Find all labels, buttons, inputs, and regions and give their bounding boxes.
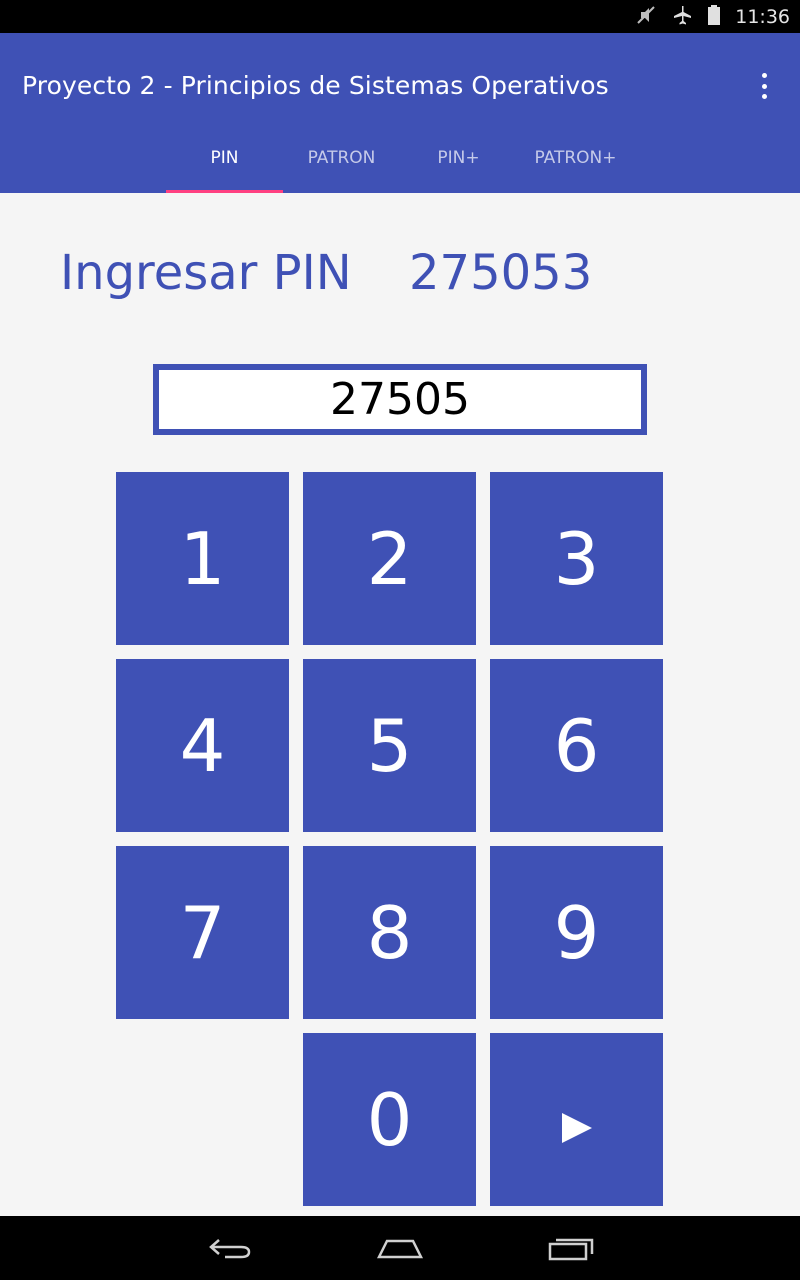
key-9[interactable]: 9: [490, 846, 663, 1019]
app-bar: Proyecto 2 - Principios de Sistemas Oper…: [0, 33, 800, 193]
key-3[interactable]: 3: [490, 472, 663, 645]
tab-pin-plus[interactable]: PIN+: [400, 123, 517, 193]
status-icons: 11:36: [635, 0, 790, 33]
status-time: 11:36: [735, 5, 790, 28]
submit-key[interactable]: [490, 1033, 663, 1206]
muted-icon: [635, 4, 657, 30]
status-bar: 11:36: [0, 0, 800, 33]
play-arrow-icon: [560, 1078, 594, 1162]
key-2[interactable]: 2: [303, 472, 476, 645]
key-0[interactable]: 0: [303, 1033, 476, 1206]
key-5[interactable]: 5: [303, 659, 476, 832]
tab-bar: PIN PATRON PIN+ PATRON+: [166, 123, 634, 193]
pin-screen: Ingresar PIN 275053 27505 1 2 3 4 5 6 7 …: [0, 193, 800, 1216]
home-icon[interactable]: [350, 1216, 450, 1280]
more-vert-icon[interactable]: [754, 73, 774, 99]
key-6[interactable]: 6: [490, 659, 663, 832]
app-title: Proyecto 2 - Principios de Sistemas Oper…: [22, 71, 609, 100]
tab-pin[interactable]: PIN: [166, 123, 283, 193]
key-8[interactable]: 8: [303, 846, 476, 1019]
keypad: 1 2 3 4 5 6 7 8 9 0: [0, 193, 800, 1216]
navigation-bar: [0, 1216, 800, 1280]
key-4[interactable]: 4: [116, 659, 289, 832]
key-1[interactable]: 1: [116, 472, 289, 645]
battery-icon: [707, 4, 721, 30]
tab-patron[interactable]: PATRON: [283, 123, 400, 193]
tab-patron-plus[interactable]: PATRON+: [517, 123, 634, 193]
back-icon[interactable]: [180, 1216, 280, 1280]
key-7[interactable]: 7: [116, 846, 289, 1019]
recents-icon[interactable]: [521, 1216, 621, 1280]
airplane-icon: [671, 4, 693, 30]
